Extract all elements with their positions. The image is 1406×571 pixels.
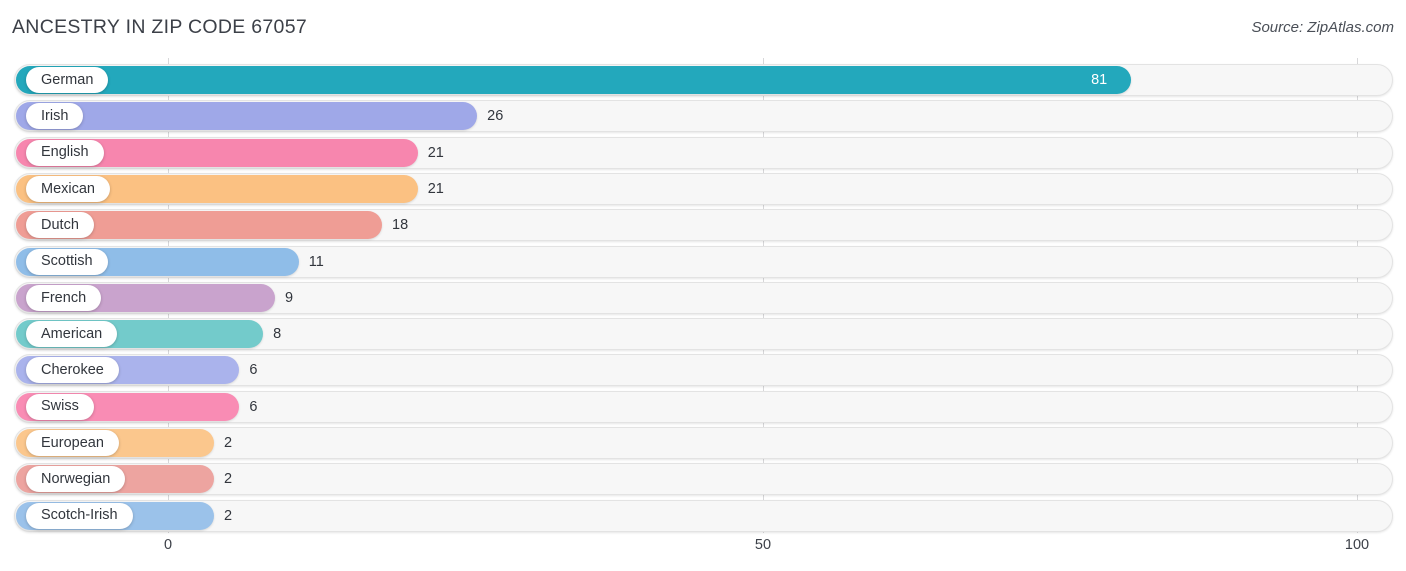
bar-value-label: 26 [487,108,504,125]
bar-value-label: 9 [285,289,294,306]
bar-value-label: 6 [249,362,258,379]
category-label: Mexican [41,180,95,197]
bar-value-label: 2 [224,507,233,524]
bar-track [14,463,1393,496]
bar-label-pill: Norwegian [26,466,126,493]
chart-row[interactable]: French 9 [0,281,1406,314]
category-label: Cherokee [41,362,104,379]
category-label: English [41,144,89,161]
bar-irish[interactable] [16,102,478,131]
bar-value-label: 8 [273,326,282,343]
bar-label-pill: German [26,67,109,93]
bar-value-label: 21 [427,144,444,161]
category-label: American [41,325,103,342]
x-tick-label: 100 [1344,537,1370,553]
category-label: German [41,71,94,88]
bar-german[interactable] [16,66,1132,94]
bar-value-label: 6 [249,398,258,415]
category-label: Scottish [41,253,93,270]
bar-track [14,499,1393,532]
page-title: ANCESTRY IN ZIP CODE 67057 [12,16,307,38]
category-label: European [41,434,104,451]
category-label: Scotch-Irish [41,507,118,524]
chart-row[interactable]: English 21 [0,136,1406,169]
category-label: Irish [41,108,69,125]
bar-value-label: 2 [224,471,233,488]
bar-label-pill: Irish [26,103,84,130]
bar-track [14,427,1393,459]
bar-value-label: 2 [224,435,233,451]
bar-value-label: 21 [427,180,444,197]
chart-row[interactable]: Dutch 18 [0,209,1406,242]
chart-row[interactable]: Cherokee 6 [0,354,1406,387]
chart-row[interactable]: Scotch-Irish 2 [0,499,1406,532]
bar-label-pill: English [26,139,104,166]
x-axis: 0 50 100 [0,533,1406,571]
bar-label-pill: Mexican [26,175,110,202]
bar-label-pill: European [26,430,119,456]
plot-area: German 81 Irish 26 English 21 Mexican 21 Dutch 18… [0,58,1406,533]
chart-row[interactable]: American 8 [0,318,1406,351]
chart-row[interactable]: Irish 26 [0,100,1406,133]
category-label: French [41,289,87,306]
bar-label-pill: Swiss [26,393,94,420]
chart-row[interactable]: Swiss 6 [0,390,1406,423]
x-tick-label: 50 [754,537,772,553]
chart-row[interactable]: Mexican 21 [0,172,1406,205]
bar-label-pill: Dutch [26,212,94,239]
bar-value-label: 18 [392,217,409,234]
bar-label-pill: Cherokee [26,357,119,384]
chart-row[interactable]: German 81 [0,64,1406,96]
category-label: Dutch [41,216,79,233]
category-label: Swiss [41,398,79,415]
bar-value-label: 81 [1091,72,1108,88]
bar-value-label: 11 [308,253,324,270]
ancestry-bar-chart: ANCESTRY IN ZIP CODE 67057 Source: ZipAt… [0,0,1406,571]
category-label: Norwegian [41,471,111,488]
bar-label-pill: Scotch-Irish [26,502,133,529]
source-attribution: Source: ZipAtlas.com [1251,19,1394,36]
bar-label-pill: Scottish [26,248,108,275]
chart-row[interactable]: Norwegian 2 [0,463,1406,496]
bar-label-pill: American [26,321,118,348]
chart-row[interactable]: European 2 [0,427,1406,459]
chart-row[interactable]: Scottish 11 [0,245,1406,278]
bar-label-pill: French [26,284,102,311]
x-tick-label: 0 [163,537,173,553]
